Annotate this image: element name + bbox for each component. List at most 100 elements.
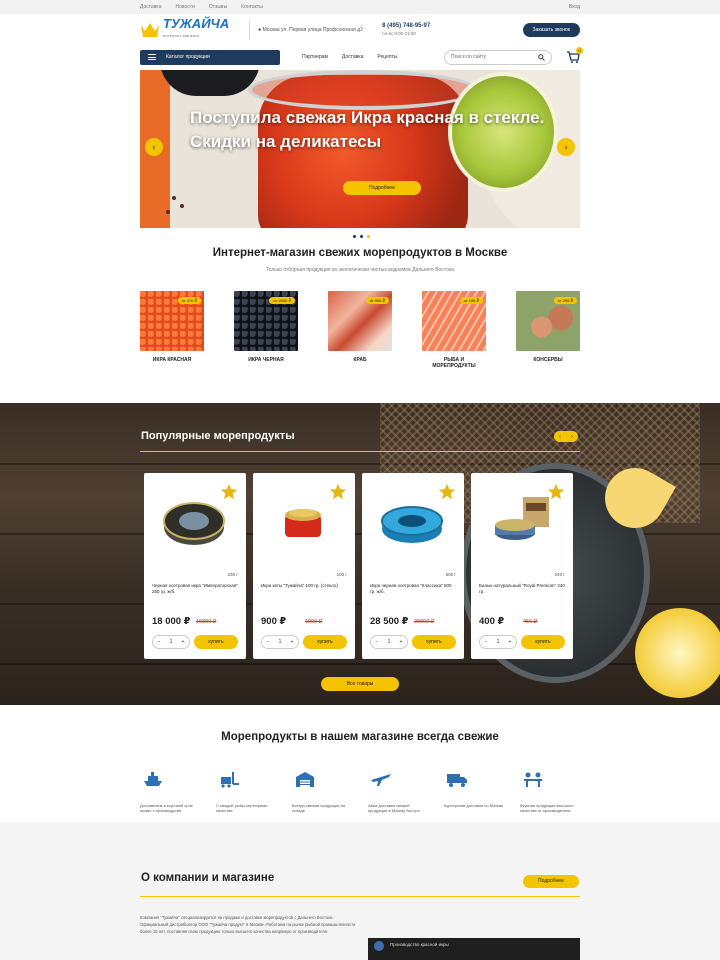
search-icon[interactable]	[538, 53, 545, 61]
buy-button[interactable]: купить	[412, 635, 456, 649]
cart-button[interactable]: 0	[566, 47, 583, 64]
search-box	[444, 49, 552, 65]
phone-block[interactable]: 8 (495) 748-95-97 пн-вс 9:00-21:00	[382, 23, 472, 37]
minus-icon[interactable]: −	[485, 639, 488, 645]
hero-prev-arrow-icon[interactable]: ‹	[145, 138, 163, 156]
hero-banner[interactable]: Поступила свежая Икра красная в стекле. …	[140, 70, 580, 228]
buy-button[interactable]: купить	[194, 635, 238, 649]
quantity-value[interactable]: 1	[497, 639, 500, 645]
quantity-value[interactable]: 1	[279, 639, 282, 645]
header-divider	[249, 20, 251, 40]
favorite-star-icon[interactable]	[438, 483, 456, 501]
product-old-price: 29900 ₽	[414, 619, 435, 625]
logo-name: ТУЖАЙЧА	[163, 16, 230, 31]
product-card[interactable]: 250 г Черная осетровая икра "Императорск…	[144, 473, 246, 659]
category-price: от 295 ₽	[553, 297, 577, 304]
category-black-caviar[interactable]: от 2500 ₽ ИКРА ЧЕРНАЯ	[234, 291, 298, 369]
shop-section-subtitle: Только отборная продукция из экологическ…	[266, 267, 454, 273]
quantity-value[interactable]: 1	[170, 639, 173, 645]
category-canned[interactable]: от 295 ₽ КОНСЕРВЫ	[516, 291, 580, 369]
nav-link-recipes[interactable]: Рецепты	[377, 54, 397, 60]
feature-text: Всегда свежая продукция на складе	[292, 803, 346, 813]
favorite-star-icon[interactable]	[220, 483, 238, 501]
favorite-star-icon[interactable]	[329, 483, 347, 501]
pagination-dot[interactable]	[360, 235, 363, 238]
address: ● Москва ул. Первая улица Профсоюзная д2	[258, 27, 368, 34]
topbar-link-reviews[interactable]: Отзывы	[209, 4, 227, 10]
product-weight: 100 г	[336, 572, 347, 577]
quantity-stepper[interactable]: − 1 +	[370, 635, 408, 649]
topbar-link-contacts[interactable]: Контакты	[241, 4, 263, 10]
product-name[interactable]: Икра черная осетровая "Классика" 500 гр.…	[370, 583, 456, 594]
feature-item: Вкусная продукция высокого качества от п…	[520, 770, 580, 813]
feature-item: Авиа доставка свежей продукции в Москву …	[368, 770, 428, 813]
call-request-button[interactable]: Заказать звонок	[522, 23, 580, 37]
chevron-left-icon[interactable]: ‹	[559, 434, 561, 440]
product-name[interactable]: Черная осетровая икра "Императорская" 25…	[152, 583, 238, 594]
plus-icon[interactable]: +	[182, 639, 185, 645]
plus-icon[interactable]: +	[291, 639, 294, 645]
crab-image: от 950 ₽	[328, 291, 392, 351]
search-input[interactable]	[451, 54, 531, 60]
product-card[interactable]: 100 г Икра кеты "Тужайча" 100 гр. (стекл…	[253, 473, 355, 659]
product-card[interactable]: 500 г Икра черная осетровая "Классика" 5…	[362, 473, 464, 659]
hero-more-button[interactable]: Подробнее	[343, 181, 421, 195]
popular-carousel-arrows: ‹ ›	[554, 431, 578, 442]
plus-icon[interactable]: +	[509, 639, 512, 645]
all-products-button[interactable]: Все товары	[321, 677, 399, 691]
quantity-value[interactable]: 1	[388, 639, 391, 645]
popular-section: Популярные морепродукты ‹ › 250 г Черная…	[0, 403, 720, 705]
popular-title: Популярные морепродукты	[141, 430, 295, 442]
canned-food-image: от 295 ₽	[516, 291, 580, 351]
minus-icon[interactable]: −	[158, 639, 161, 645]
warehouse-icon	[296, 772, 314, 787]
hero-next-arrow-icon[interactable]: ›	[557, 138, 575, 156]
catalog-button[interactable]: Каталог продукции	[140, 49, 280, 65]
minus-icon[interactable]: −	[376, 639, 379, 645]
nav-link-partners[interactable]: Партнерам	[302, 54, 328, 60]
category-crab[interactable]: от 950 ₽ КРАБ	[328, 291, 392, 369]
topbar-link-delivery[interactable]: Доставка	[140, 4, 161, 10]
buy-button[interactable]: купить	[521, 635, 565, 649]
pagination-dot[interactable]	[353, 235, 356, 238]
plane-icon	[371, 774, 391, 786]
product-weight: 250 г	[227, 572, 238, 577]
pagination-dot-active[interactable]	[367, 235, 370, 238]
minus-icon[interactable]: −	[267, 639, 270, 645]
logo[interactable]: ТУЖАЙЧА интернет-магазин	[140, 16, 230, 42]
about-more-button[interactable]: Подробнее	[523, 875, 579, 888]
salmon-image: от 185 ₽	[422, 291, 486, 351]
top-bar: Доставка Новости Отзывы Контакты Вход	[0, 0, 720, 14]
buy-button[interactable]: купить	[303, 635, 347, 649]
about-section: О компании и магазине Подробнее Компания…	[0, 822, 720, 960]
product-name[interactable]: Икра кеты "Тужайча" 100 гр. (стекло)	[261, 583, 347, 589]
favorite-star-icon[interactable]	[547, 483, 565, 501]
ship-icon	[144, 772, 162, 786]
forklift-icon	[221, 772, 239, 788]
category-list: от 470 ₽ ИКРА КРАСНАЯ от 2500 ₽ ИКРА ЧЕР…	[140, 291, 580, 369]
plus-icon[interactable]: +	[400, 639, 403, 645]
phone-number[interactable]: 8 (495) 748-95-97	[382, 23, 430, 29]
video-title[interactable]: Производство красной икры	[390, 942, 449, 947]
product-price: 400 ₽	[479, 616, 505, 627]
quantity-stepper[interactable]: − 1 +	[261, 635, 299, 649]
category-fish[interactable]: от 185 ₽ РЫБА И МОРЕПРОДУКТЫ	[422, 291, 486, 369]
product-old-price: 19800 ₽	[196, 619, 217, 625]
login-link[interactable]: Вход	[569, 4, 580, 10]
product-price: 18 000 ₽	[152, 616, 191, 627]
chevron-right-icon[interactable]: ›	[571, 434, 573, 440]
product-price: 28 500 ₽	[370, 616, 409, 627]
topbar-link-news[interactable]: Новости	[175, 4, 194, 10]
nav-link-delivery[interactable]: Доставка	[342, 54, 363, 60]
catalog-button-label: Каталог продукции	[166, 54, 210, 60]
product-card[interactable]: 240 г Балык натуральный "Royal Premium" …	[471, 473, 573, 659]
quantity-stepper[interactable]: − 1 +	[479, 635, 517, 649]
cart-count-badge: 0	[576, 47, 583, 54]
crown-icon	[140, 22, 160, 38]
product-name[interactable]: Балык натуральный "Royal Premium" 240 гр…	[479, 583, 565, 594]
video-player[interactable]: Производство красной икры	[368, 938, 580, 960]
category-red-caviar[interactable]: от 470 ₽ ИКРА КРАСНАЯ	[140, 291, 204, 369]
divider	[140, 451, 580, 452]
feature-item: Доставляем в короткий срок прямо с произ…	[140, 770, 200, 813]
quantity-stepper[interactable]: − 1 +	[152, 635, 190, 649]
